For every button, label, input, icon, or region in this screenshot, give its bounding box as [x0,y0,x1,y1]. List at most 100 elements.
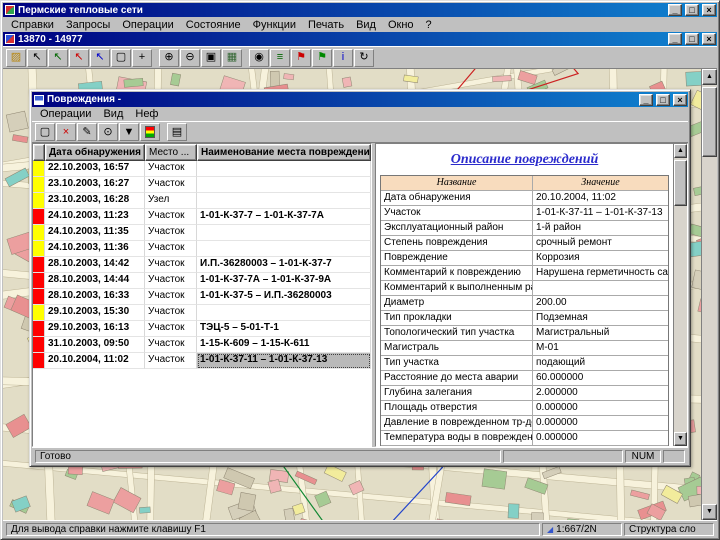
new-record-icon[interactable]: ▢ [35,123,55,141]
damage-minimize-button[interactable]: _ [639,93,653,106]
table-row[interactable]: 24.10.2003, 11:36 Участок [33,241,371,257]
main-menu-item-2[interactable]: Операции [116,18,179,32]
column-header-1[interactable]: Дата обнаружения [45,144,145,161]
main-menu-item-5[interactable]: Печать [302,18,350,32]
damage-menu-item-1[interactable]: Вид [97,107,129,121]
severity-swatch [33,161,45,177]
print-icon[interactable]: ▤ [167,123,187,141]
flag-red-icon[interactable]: ⚑ [291,48,311,67]
main-menu-item-8[interactable]: ? [420,18,438,32]
property-row[interactable]: Дата обнаружения 20.10.2004, 11:02 [381,191,668,206]
flag-green-icon[interactable]: ⚑ [312,48,332,67]
property-row[interactable]: Участок 1-01-К-37-11 – 1-01-К-37-13 [381,206,668,221]
property-row[interactable]: Степень повреждения срочный ремонт [381,236,668,251]
property-row[interactable]: Комментарий к повреждению Нарушена гермет… [381,266,668,281]
app-minimize-button[interactable]: _ [668,4,682,16]
cell-date: 23.10.2003, 16:27 [45,177,145,193]
property-row[interactable]: Расстояние до места аварии 60.000000 [381,371,668,386]
main-menu-item-4[interactable]: Функции [247,18,302,32]
select-region-icon[interactable]: ▢ [111,48,131,67]
property-row[interactable]: Магистраль М-01 [381,341,668,356]
property-row[interactable]: Тип участка подающий [381,356,668,371]
property-row[interactable]: Повреждение Коррозия [381,251,668,266]
map-vertical-scrollbar[interactable]: ▲ ▼ [701,69,717,520]
mdi-maximize-button[interactable]: □ [685,33,699,45]
property-row[interactable]: Тип прокладки Подземная [381,311,668,326]
filter-icon[interactable]: ▼ [119,123,139,141]
layers-icon[interactable]: ≡ [270,48,290,67]
main-menu-item-3[interactable]: Состояние [180,18,247,32]
main-titlebar[interactable]: Пермские тепловые сети _ □ × [3,3,717,17]
table-row[interactable]: 29.10.2003, 16:13 Участок ТЭЦ-5 – 5-01-Т-1 [33,321,371,337]
scroll-down-icon[interactable]: ▼ [702,504,717,520]
table-row[interactable]: 28.10.2003, 14:44 Участок 1-01-К-37-7А – 1… [33,273,371,289]
property-row[interactable]: Температура воды в поврежденном тр-де0.0… [381,431,668,446]
table-row[interactable]: 28.10.2003, 16:33 Участок 1-01-К-37-5 – И.… [33,289,371,305]
main-menu-item-7[interactable]: Окно [382,18,420,32]
info-icon[interactable]: i [333,48,353,67]
mdi-close-button[interactable]: × [702,33,716,45]
main-menu-item-0[interactable]: Справки [5,18,60,32]
main-menu-item-6[interactable]: Вид [350,18,382,32]
zoom-out-icon[interactable]: ⊖ [180,48,200,67]
details-scroll-track[interactable] [674,158,687,432]
column-header-2[interactable]: Место ... [145,144,197,161]
property-row[interactable]: Давление в поврежденном тр-де 0.000000 [381,416,668,431]
table-row[interactable]: 29.10.2003, 15:30 Участок [33,305,371,321]
table-row[interactable]: 24.10.2003, 11:23 Участок 1-01-К-37-7 – 1-… [33,209,371,225]
scroll-up-icon[interactable]: ▲ [674,144,687,158]
app-close-button[interactable]: × [702,4,716,16]
map-scroll-track[interactable] [702,85,717,504]
damage-maximize-button[interactable]: □ [656,93,670,106]
damage-menu-item-0[interactable]: Операции [34,107,97,121]
zoom-to-damage-icon[interactable]: ⊙ [98,123,118,141]
mdi-minimize-button[interactable]: _ [668,33,682,45]
table-row[interactable]: 31.10.2003, 09:50 Участок 1-15-К-609 – 1-1… [33,337,371,353]
zoom-in-icon[interactable]: ⊕ [159,48,179,67]
table-row[interactable]: 23.10.2003, 16:27 Участок [33,177,371,193]
zoom-window-icon[interactable]: ▣ [201,48,221,67]
table-row[interactable]: 24.10.2003, 11:35 Участок [33,225,371,241]
refresh-icon[interactable]: ↻ [354,48,374,67]
mdi-titlebar[interactable]: 13870 - 14977 _ □ × [3,32,717,46]
column-header-0[interactable] [33,144,45,161]
property-name: Степень повреждения [381,236,533,251]
property-row[interactable]: Глубина залегания 2.000000 [381,386,668,401]
property-row[interactable]: Эксплуатационный район 1-й район [381,221,668,236]
property-row[interactable]: Диаметр 200.00 [381,296,668,311]
table-row[interactable]: 20.10.2004, 11:02 Участок 1-01-К-37-11 – 1… [33,353,371,369]
cell-place: Участок [145,337,197,353]
details-scrollbar[interactable]: ▲ ▼ [673,144,687,446]
map-area[interactable]: Повреждения - _ □ × Операции Вид Неф ▢ × ✎ ⊙ ▼… [3,69,701,520]
damage-menu-item-2[interactable]: Неф [129,107,164,121]
main-menu-item-1[interactable]: Запросы [60,18,116,32]
table-row[interactable]: 22.10.2003, 16:57 Участок [33,161,371,177]
find-icon[interactable]: ◉ [249,48,269,67]
details-scroll-thumb[interactable] [674,160,687,206]
pan-icon[interactable]: + [132,48,152,67]
table-row[interactable]: 28.10.2003, 14:42 Участок И.П.-36280003 – … [33,257,371,273]
column-header-3[interactable]: Наименование места повреждения [197,144,371,161]
damage-titlebar[interactable]: Повреждения - _ □ × [32,92,688,107]
select-pointer-icon[interactable]: ↖ [27,48,47,67]
property-value: 0.000000 [533,431,668,446]
open-map-icon[interactable]: ▨ [6,48,26,67]
scroll-up-icon[interactable]: ▲ [702,69,717,85]
edit-record-icon[interactable]: ✎ [77,123,97,141]
select-section-icon[interactable]: ↖ [90,48,110,67]
property-row[interactable]: Площадь отверстия 0.000000 [381,401,668,416]
map-scroll-thumb[interactable] [702,87,717,157]
property-row[interactable]: Комментарий к выполненным работам [381,281,668,296]
cell-place: Узел [145,193,197,209]
app-maximize-button[interactable]: □ [685,4,699,16]
scroll-down-icon[interactable]: ▼ [674,432,687,446]
layer-structure-button[interactable]: Структура сло [624,522,714,536]
table-row[interactable]: 23.10.2003, 16:28 Узел [33,193,371,209]
delete-record-icon[interactable]: × [56,123,76,141]
select-node-icon[interactable]: ↖ [69,48,89,67]
select-plus-icon[interactable]: ↖ [48,48,68,67]
full-extent-icon[interactable]: ▦ [222,48,242,67]
damage-close-button[interactable]: × [673,93,687,106]
property-row[interactable]: Топологический тип участка Магистральный [381,326,668,341]
severity-legend-icon[interactable] [140,123,160,141]
